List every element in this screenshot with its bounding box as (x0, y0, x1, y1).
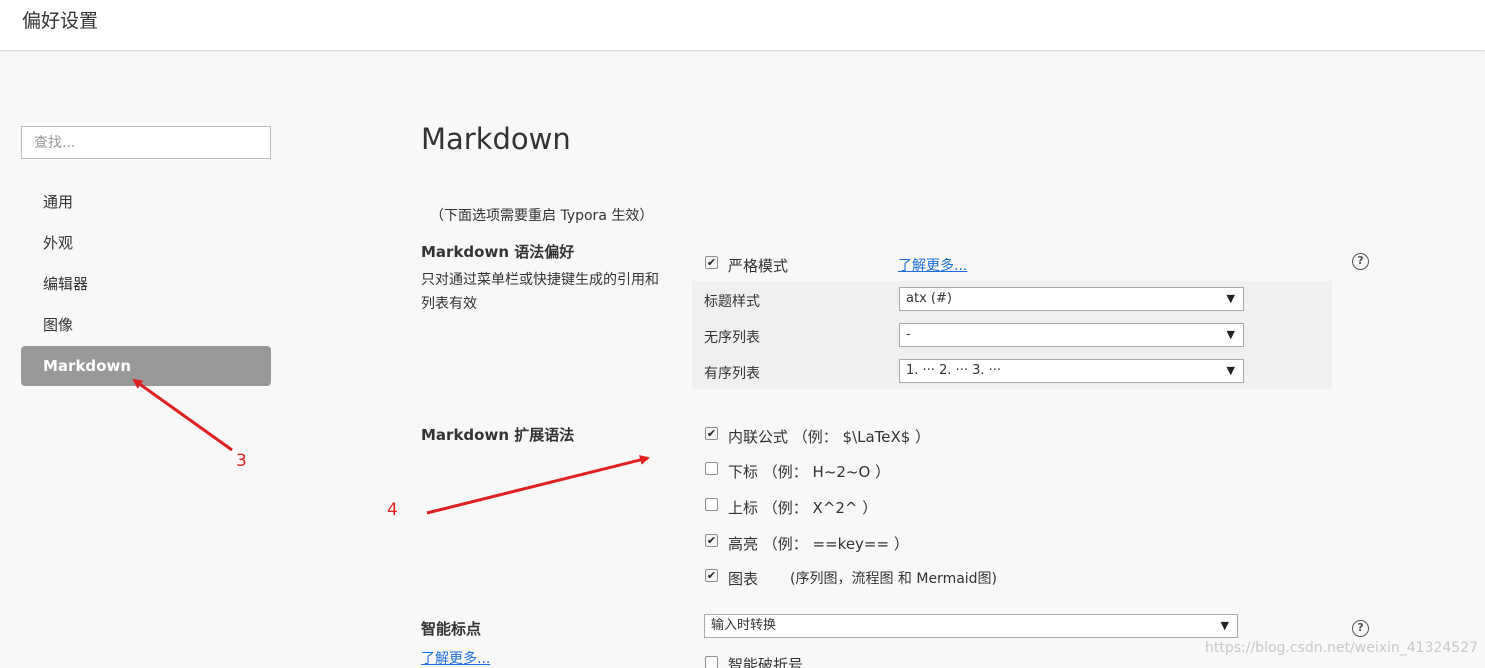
annotation-label-3: 3 (236, 451, 247, 471)
watermark: https://blog.csdn.net/weixin_41324527 (1205, 640, 1479, 656)
annotation-arrow-3 (132, 378, 233, 452)
annotation-arrow-4 (426, 455, 650, 515)
annotation-arrows (132, 378, 650, 515)
annotation-label-4: 4 (387, 500, 398, 520)
